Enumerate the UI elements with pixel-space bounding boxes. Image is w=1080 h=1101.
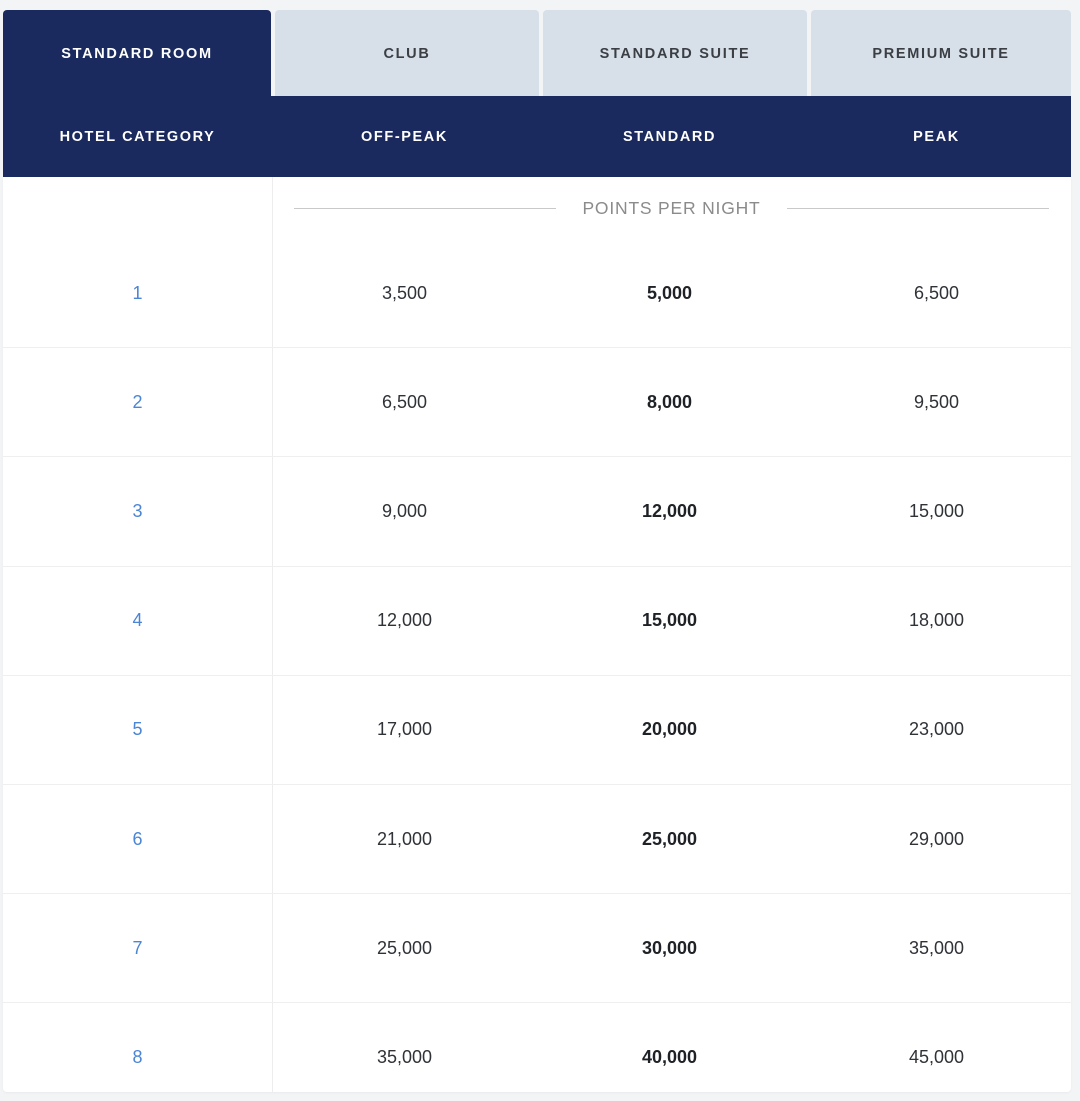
points-per-night-label: POINTS PER NIGHT [582,197,761,218]
cell-off-peak: 17,000 [376,719,433,740]
banner-rule-right [786,207,1049,209]
cell-standard: 12,000 [641,500,698,521]
cell-off-peak: 6,500 [381,391,428,412]
cell-standard: 30,000 [641,937,698,958]
cell-off-peak: 9,000 [381,500,428,521]
table-row: 1 3,500 5,000 6,500 [3,239,1071,349]
tab-premium-suite[interactable]: PREMIUM SUITE [810,10,1071,98]
tab-standard-suite[interactable]: STANDARD SUITE [542,10,807,98]
points-per-night-banner: POINTS PER NIGHT [272,177,1071,239]
cell-hotel-category[interactable]: 5 [3,719,272,740]
table-row: 6 21,000 25,000 29,000 [3,785,1071,895]
award-chart-widget: STANDARD ROOM CLUB STANDARD SUITE PREMIU… [0,0,1080,1101]
cell-peak: 18,000 [908,610,965,631]
column-header-hotel-category: HOTEL CATEGORY [59,128,216,145]
table-row: 5 17,000 20,000 23,000 [3,676,1071,785]
room-type-tablist: STANDARD ROOM CLUB STANDARD SUITE PREMIU… [3,10,1071,98]
banner-rule-left [294,207,557,209]
cell-off-peak: 12,000 [376,610,433,631]
cell-hotel-category[interactable]: 6 [3,829,272,850]
table-row: 3 9,000 12,000 15,000 [3,457,1071,567]
cell-standard: 40,000 [641,1047,698,1068]
cell-hotel-category[interactable]: 1 [3,283,272,304]
table-row: 4 12,000 15,000 18,000 [3,567,1071,676]
cell-peak: 35,000 [908,937,965,958]
cell-hotel-category[interactable]: 8 [3,1047,272,1068]
column-header-peak: PEAK [913,128,960,145]
cell-off-peak: 35,000 [376,1047,433,1068]
column-header-standard: STANDARD [622,128,717,145]
cell-standard: 5,000 [646,282,693,303]
tab-standard-room[interactable]: STANDARD ROOM [3,10,271,98]
table-body: 1 3,500 5,000 6,500 2 6,500 8,000 9,500 3 9,000 12… [3,239,1071,1092]
table-row: 2 6,500 8,000 9,500 [3,348,1071,458]
cell-peak: 9,500 [913,391,960,412]
cell-hotel-category[interactable]: 4 [3,610,272,631]
cell-off-peak: 3,500 [381,282,428,303]
cell-peak: 15,000 [908,500,965,521]
cell-standard: 15,000 [641,610,698,631]
cell-hotel-category[interactable]: 7 [3,938,272,959]
tab-club[interactable]: CLUB [274,10,539,98]
cell-hotel-category[interactable]: 2 [3,392,272,413]
cell-peak: 6,500 [913,282,960,303]
table-row: 8 35,000 40,000 45,000 [3,1003,1071,1092]
table-row: 7 25,000 30,000 35,000 [3,894,1071,1004]
table-column-header: HOTEL CATEGORY OFF-PEAK STANDARD PEAK [3,96,1071,177]
cell-standard: 25,000 [641,828,698,849]
cell-hotel-category[interactable]: 3 [3,501,272,522]
cell-peak: 45,000 [908,1047,965,1068]
cell-off-peak: 25,000 [376,937,433,958]
column-header-off-peak: OFF-PEAK [361,128,448,145]
cell-standard: 8,000 [646,391,693,412]
cell-standard: 20,000 [641,719,698,740]
cell-off-peak: 21,000 [376,828,433,849]
cell-peak: 23,000 [908,719,965,740]
award-rates-table: POINTS PER NIGHT 1 3,500 5,000 6,500 2 6,500 8… [3,177,1071,1092]
cell-peak: 29,000 [908,828,965,849]
